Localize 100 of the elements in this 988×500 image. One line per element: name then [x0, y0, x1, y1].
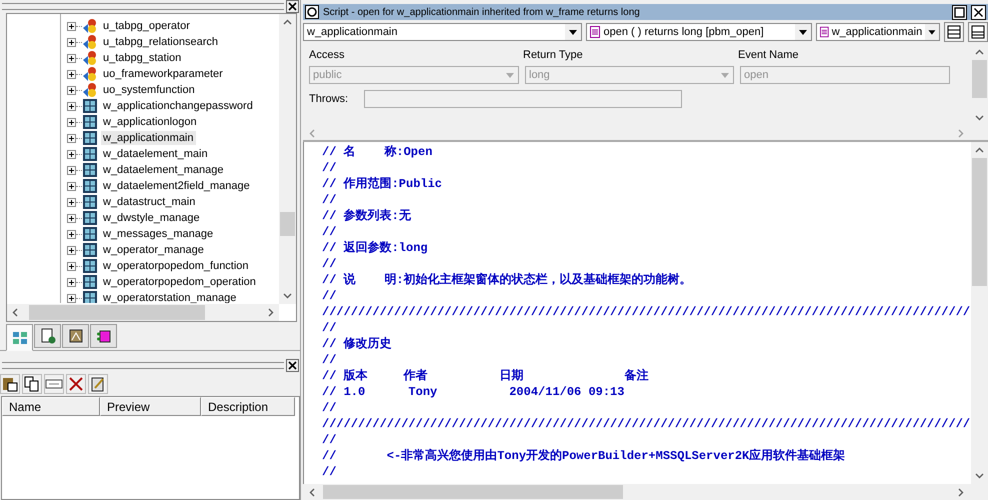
tree-item[interactable]: w_operatorstation_manage [101, 291, 238, 303]
code-line: // [322, 320, 338, 336]
close-button[interactable] [286, 359, 299, 372]
copy-icon[interactable] [22, 374, 42, 394]
expand-icon[interactable] [67, 54, 76, 62]
code-line: // [322, 352, 338, 368]
caret-icon[interactable] [925, 24, 940, 40]
code-line: // [322, 160, 338, 176]
edit-icon[interactable] [88, 374, 108, 394]
expand-icon[interactable] [67, 86, 76, 94]
image-icon [68, 328, 84, 344]
user-object-icon [82, 34, 98, 50]
window-icon [82, 210, 98, 226]
caret-icon[interactable] [565, 24, 582, 40]
tree-item[interactable]: w_applicationlogon [101, 115, 199, 129]
code-line: // 1.0 Tony 2004/11/06 09:13 [322, 384, 626, 400]
tree-item[interactable]: u_tabpg_station [101, 51, 184, 65]
paste-icon[interactable] [0, 374, 20, 394]
window-icon [82, 114, 98, 130]
expand-icon[interactable] [67, 38, 76, 46]
code-line: ////////////////////////////////////////////////////////////////////////////////////////// [322, 304, 971, 320]
layout-icon[interactable] [944, 22, 964, 42]
tree-item[interactable]: w_dataelement2field_manage [101, 179, 252, 193]
scroll-thumb[interactable] [29, 305, 205, 320]
script-icon [305, 5, 319, 19]
tree-item[interactable]: w_dataelement_manage [101, 163, 226, 177]
vertical-scrollbar[interactable] [971, 142, 988, 484]
expand-icon[interactable] [67, 118, 76, 126]
panel-grip[interactable] [2, 362, 284, 369]
vertical-scrollbar[interactable] [279, 14, 296, 304]
close-button[interactable] [971, 4, 986, 20]
code-line: // [322, 192, 338, 208]
code-line: // 参数列表:无 [322, 208, 412, 224]
window-icon [82, 194, 98, 210]
expand-icon[interactable] [67, 294, 76, 302]
tree-item[interactable]: w_messages_manage [101, 227, 216, 241]
code-line: // [322, 288, 338, 304]
event-dropdown[interactable]: open ( ) returns long [pbm_open] [586, 23, 812, 41]
expand-icon[interactable] [67, 214, 76, 222]
window-icon [82, 242, 98, 258]
view-tab[interactable] [34, 324, 61, 348]
view-tab[interactable] [90, 324, 117, 348]
tree-item[interactable]: uo_systemfunction [101, 83, 197, 97]
document-globe-icon [40, 328, 56, 344]
window-icon [82, 274, 98, 290]
return-type-label: Return Type [523, 49, 584, 61]
object-dropdown[interactable]: w_applicationmain [303, 23, 582, 41]
ancestor-dropdown[interactable]: w_applicationmain [816, 23, 940, 41]
event-icon [590, 26, 600, 38]
tree-item[interactable]: w_operatorpopedom_operation [101, 275, 258, 289]
expand-icon[interactable] [67, 22, 76, 30]
horizontal-scrollbar[interactable] [7, 304, 279, 321]
user-object-icon [82, 66, 98, 82]
tree-item[interactable]: uo_frameworkparameter [101, 67, 225, 81]
expand-icon[interactable] [67, 198, 76, 206]
throws-field[interactable] [364, 90, 682, 108]
tree-item[interactable]: w_applicationmain [101, 131, 196, 145]
tree-item[interactable]: w_operatorpopedom_function [101, 259, 251, 273]
tree-item[interactable]: w_applicationchangepassword [101, 99, 255, 113]
expand-icon[interactable] [67, 102, 76, 110]
text-field-icon[interactable] [44, 374, 64, 394]
expand-icon[interactable] [67, 70, 76, 78]
column-header[interactable]: Preview [100, 397, 201, 416]
window-icon [82, 290, 98, 303]
expand-icon[interactable] [67, 262, 76, 270]
code-line: // 版本 作者 日期 备注 [322, 368, 650, 384]
expand-icon[interactable] [67, 278, 76, 286]
user-object-icon [82, 50, 98, 66]
code-line: ////////////////////////////////////////////////////////////////////////////////////////// [322, 416, 971, 432]
expand-icon[interactable] [67, 166, 76, 174]
column-header[interactable]: Name [2, 397, 100, 416]
expand-icon[interactable] [67, 150, 76, 158]
layout-icon[interactable] [968, 22, 988, 42]
window-icon [82, 146, 98, 162]
tree-item[interactable]: u_tabpg_operator [101, 19, 192, 33]
panel-grip[interactable] [2, 3, 284, 10]
tree-item[interactable]: u_tabpg_relationsearch [101, 35, 220, 49]
tree-item[interactable]: w_operator_manage [101, 243, 206, 257]
scroll-thumb[interactable] [280, 212, 295, 236]
caret-icon[interactable] [795, 24, 812, 40]
tree-item[interactable]: w_dwstyle_manage [101, 211, 202, 225]
expand-icon[interactable] [67, 182, 76, 190]
maximize-button[interactable] [952, 4, 967, 20]
tree-item[interactable]: w_datastruct_main [101, 195, 198, 209]
scroll-thumb[interactable] [972, 60, 987, 98]
view-tab[interactable] [62, 324, 89, 348]
expand-icon[interactable] [67, 134, 76, 142]
expand-icon[interactable] [67, 230, 76, 238]
column-header[interactable]: Description [201, 397, 295, 416]
close-button[interactable] [286, 0, 299, 13]
window-icon [82, 258, 98, 274]
expand-icon[interactable] [67, 246, 76, 254]
tiles-icon [12, 330, 28, 346]
tree-item[interactable]: w_dataelement_main [101, 147, 210, 161]
scroll-thumb[interactable] [323, 485, 623, 499]
delete-icon[interactable] [66, 374, 86, 394]
window-icon [82, 226, 98, 242]
scroll-thumb[interactable] [972, 158, 987, 286]
component-icon [96, 328, 112, 344]
window-icon [82, 162, 98, 178]
